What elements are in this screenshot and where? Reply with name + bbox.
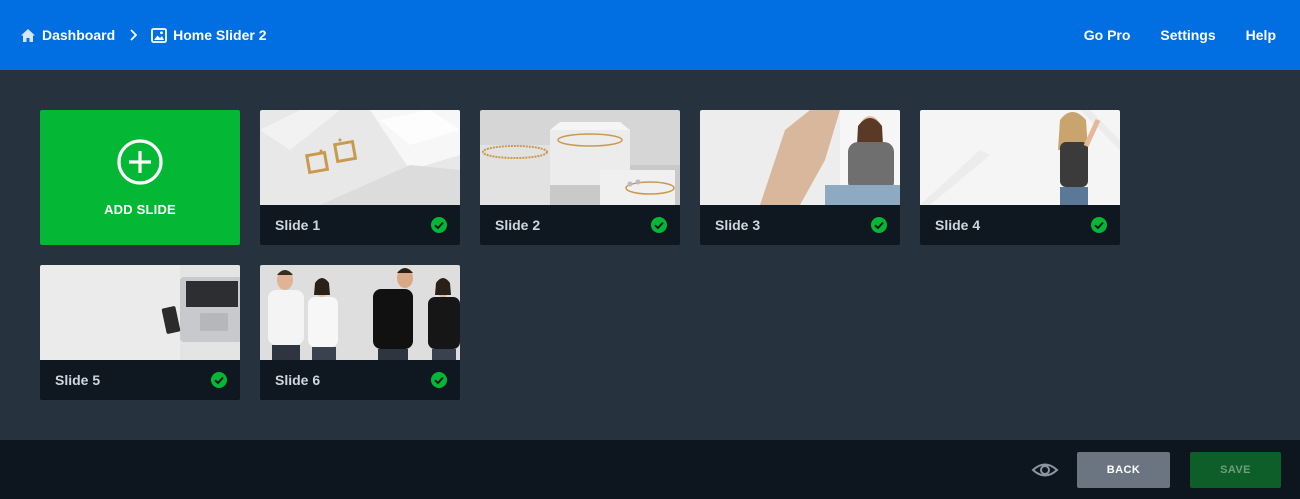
slide-thumbnail — [700, 110, 900, 205]
add-slide-button[interactable]: ADD SLIDE — [40, 110, 240, 245]
add-slide-label: ADD SLIDE — [104, 202, 176, 217]
breadcrumb-dashboard[interactable]: Dashboard — [20, 27, 115, 43]
back-button[interactable]: BACK — [1077, 452, 1170, 488]
slide-thumbnail — [480, 110, 680, 205]
top-bar: Dashboard Home Slider 2 Go Pro Settings … — [0, 0, 1300, 70]
home-icon — [21, 28, 35, 42]
image-icon — [151, 27, 168, 43]
breadcrumb-dashboard-label: Dashboard — [42, 27, 116, 43]
slide-footer: Slide 4 — [920, 205, 1120, 245]
go-pro-link[interactable]: Go Pro — [1084, 27, 1131, 43]
slide-thumbnail — [260, 110, 460, 205]
slide-label: Slide 4 — [935, 217, 981, 233]
slide-card[interactable]: Slide 2 — [480, 110, 680, 245]
chevron-right-icon — [129, 29, 138, 41]
slide-card[interactable]: Slide 1 — [260, 110, 460, 245]
slide-card[interactable]: Slide 4 — [920, 110, 1120, 245]
check-circle-icon — [431, 217, 447, 233]
check-circle-icon — [211, 372, 227, 388]
settings-link[interactable]: Settings — [1160, 27, 1215, 43]
slide-label: Slide 1 — [275, 217, 321, 233]
help-link[interactable]: Help — [1246, 27, 1276, 43]
slide-footer: Slide 1 — [260, 205, 460, 245]
slide-label: Slide 6 — [275, 372, 321, 388]
slide-footer: Slide 6 — [260, 360, 460, 400]
slide-thumbnail — [920, 110, 1120, 205]
slide-card[interactable]: Slide 3 — [700, 110, 900, 245]
slide-label: Slide 3 — [715, 217, 761, 233]
slide-thumbnail — [40, 265, 240, 360]
slide-label: Slide 5 — [55, 372, 101, 388]
slide-thumbnail — [260, 265, 460, 360]
plus-circle-icon — [117, 139, 163, 185]
top-nav: Go Pro Settings Help — [1054, 27, 1276, 43]
breadcrumb-current-label: Home Slider 2 — [173, 27, 267, 43]
breadcrumb: Dashboard Home Slider 2 — [20, 27, 267, 43]
breadcrumb-current: Home Slider 2 — [151, 27, 267, 43]
check-circle-icon — [1091, 217, 1107, 233]
check-circle-icon — [431, 372, 447, 388]
slide-label: Slide 2 — [495, 217, 541, 233]
slide-card[interactable]: Slide 6 — [260, 265, 460, 400]
check-circle-icon — [651, 217, 667, 233]
slide-footer: Slide 2 — [480, 205, 680, 245]
save-button[interactable]: SAVE — [1190, 452, 1281, 488]
slide-footer: Slide 5 — [40, 360, 240, 400]
preview-eye-icon[interactable] — [1031, 457, 1059, 483]
check-circle-icon — [871, 217, 887, 233]
slide-card[interactable]: Slide 5 — [40, 265, 240, 400]
slide-footer: Slide 3 — [700, 205, 900, 245]
